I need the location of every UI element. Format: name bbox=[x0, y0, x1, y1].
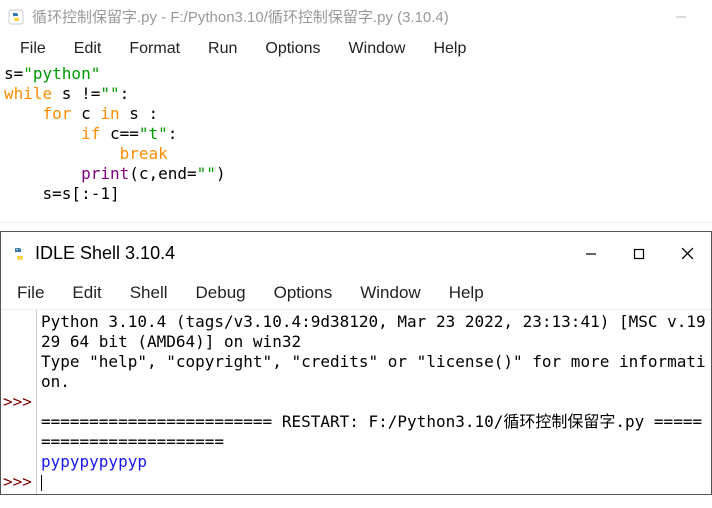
shell-banner: Type "help", "copyright", "credits" or "… bbox=[41, 352, 706, 391]
code-line: print(c,end="") bbox=[4, 164, 226, 183]
code-line: break bbox=[4, 144, 168, 163]
editor-title: 循环控制保留字.py - F:/Python3.10/循环控制保留字.py (3… bbox=[32, 6, 658, 27]
code-line: s=s[:-1] bbox=[4, 184, 120, 203]
menu-shell[interactable]: Shell bbox=[116, 281, 182, 305]
shell-window-controls bbox=[567, 232, 711, 276]
program-output: pypypypypyp bbox=[41, 452, 147, 471]
restart-label: RESTART: bbox=[272, 412, 368, 431]
maximize-button[interactable] bbox=[615, 232, 663, 276]
editor-titlebar[interactable]: 循环控制保留字.py - F:/Python3.10/循环控制保留字.py (3… bbox=[0, 0, 712, 34]
menu-options[interactable]: Options bbox=[251, 38, 334, 60]
menu-file[interactable]: File bbox=[3, 281, 58, 305]
menu-edit[interactable]: Edit bbox=[60, 38, 116, 60]
code-line: while s !="": bbox=[4, 84, 129, 103]
text-cursor bbox=[41, 475, 42, 491]
minimize-button[interactable] bbox=[658, 1, 704, 33]
restart-divider: ======================== bbox=[41, 412, 272, 431]
shell-titlebar[interactable]: IDLE Shell 3.10.4 bbox=[1, 232, 711, 276]
menu-window[interactable]: Window bbox=[346, 281, 434, 305]
menu-file[interactable]: File bbox=[6, 38, 60, 60]
prompt-marker: >>> bbox=[3, 472, 32, 491]
menu-format[interactable]: Format bbox=[115, 38, 194, 60]
menu-run[interactable]: Run bbox=[194, 38, 251, 60]
editor-window: 循环控制保留字.py - F:/Python3.10/循环控制保留字.py (3… bbox=[0, 0, 712, 223]
restart-path: F:/Python3.10/循环控制保留字.py bbox=[369, 412, 654, 431]
shell-menubar: File Edit Shell Debug Options Window Hel… bbox=[1, 276, 711, 310]
menu-options[interactable]: Options bbox=[260, 281, 347, 305]
prompt-marker: >>> bbox=[3, 392, 32, 411]
shell-prompt-gutter: >>> >>> bbox=[1, 310, 37, 494]
python-app-icon bbox=[11, 246, 27, 262]
menu-window[interactable]: Window bbox=[335, 38, 420, 60]
python-file-icon bbox=[8, 9, 24, 25]
menu-help[interactable]: Help bbox=[435, 281, 498, 305]
menu-help[interactable]: Help bbox=[419, 38, 480, 60]
editor-code[interactable]: s="python" while s !="": for c in s : if… bbox=[0, 64, 712, 223]
shell-output[interactable]: Python 3.10.4 (tags/v3.10.4:9d38120, Mar… bbox=[37, 310, 711, 494]
code-line: for c in s : bbox=[4, 104, 158, 123]
editor-menubar: File Edit Format Run Options Window Help bbox=[0, 34, 712, 64]
shell-body: >>> >>> Python 3.10.4 (tags/v3.10.4:9d38… bbox=[1, 310, 711, 494]
shell-window: IDLE Shell 3.10.4 File Edit Shell Debug … bbox=[0, 231, 712, 495]
close-button[interactable] bbox=[663, 232, 711, 276]
menu-debug[interactable]: Debug bbox=[182, 281, 260, 305]
menu-edit[interactable]: Edit bbox=[58, 281, 115, 305]
code-line: if c=="t": bbox=[4, 124, 177, 143]
minimize-button[interactable] bbox=[567, 232, 615, 276]
code-line: s="python" bbox=[4, 64, 100, 83]
shell-title: IDLE Shell 3.10.4 bbox=[35, 243, 567, 264]
shell-banner: Python 3.10.4 (tags/v3.10.4:9d38120, Mar… bbox=[41, 312, 706, 351]
editor-window-controls bbox=[658, 1, 704, 33]
